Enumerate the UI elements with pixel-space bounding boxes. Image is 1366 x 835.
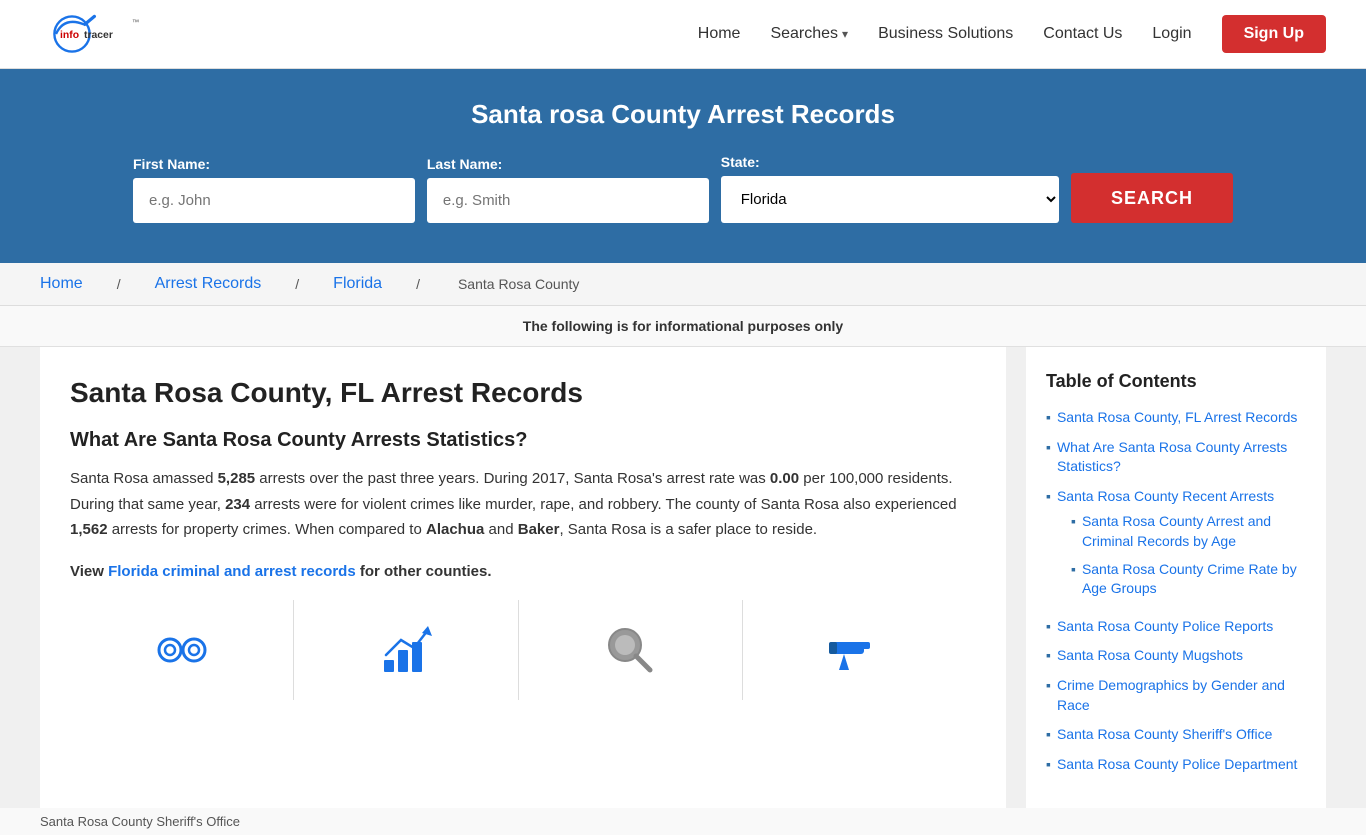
nav-searches[interactable]: Searches ▾: [770, 25, 848, 43]
first-name-field: First Name:: [133, 156, 415, 223]
last-name-input[interactable]: [427, 178, 709, 223]
toc-item-1: Santa Rosa County, FL Arrest Records: [1046, 408, 1306, 428]
toc-link-4[interactable]: Santa Rosa County Police Reports: [1057, 617, 1273, 637]
toc-item-8: Santa Rosa County Police Department: [1046, 755, 1306, 775]
nav-signup[interactable]: Sign Up: [1222, 15, 1326, 53]
toc-item-4: Santa Rosa County Police Reports: [1046, 617, 1306, 637]
breadcrumb-arrest-records[interactable]: Arrest Records: [155, 275, 262, 293]
toc-item-6: Crime Demographics by Gender and Race: [1046, 676, 1306, 715]
main-nav: Home Searches ▾ Business Solutions Conta…: [698, 15, 1326, 53]
breadcrumb-current: Santa Rosa County: [458, 276, 579, 292]
toc-sub-3: Santa Rosa County Arrest and Criminal Re…: [1057, 512, 1306, 598]
view-line: View Florida criminal and arrest records…: [70, 559, 966, 585]
toc-sub-link-3-2[interactable]: Santa Rosa County Crime Rate by Age Grou…: [1082, 560, 1306, 599]
sheriff-note: Santa Rosa County Sheriff's Office: [0, 808, 1366, 835]
toc-list: Santa Rosa County, FL Arrest Records Wha…: [1046, 408, 1306, 774]
stat-rate: 0.00: [770, 470, 799, 487]
chevron-down-icon: ▾: [842, 27, 848, 41]
toc-link-6[interactable]: Crime Demographics by Gender and Race: [1057, 676, 1306, 715]
search-button[interactable]: SEARCH: [1071, 173, 1233, 223]
toc-link-7[interactable]: Santa Rosa County Sheriff's Office: [1057, 725, 1272, 745]
toc-link-2[interactable]: What Are Santa Rosa County Arrests Stati…: [1057, 438, 1306, 477]
icon-magnifier: [519, 600, 743, 700]
svg-text:tracer: tracer: [84, 30, 113, 41]
logo[interactable]: info tracer ™: [40, 10, 200, 58]
city-alachua: Alachua: [426, 521, 484, 538]
state-field: State: Florida Alabama Alaska Arizona Ca…: [721, 154, 1059, 223]
page-title: Santa Rosa County, FL Arrest Records: [70, 377, 966, 409]
sidebar-toc: Table of Contents Santa Rosa County, FL …: [1026, 347, 1326, 808]
breadcrumb-florida[interactable]: Florida: [333, 275, 382, 293]
hero-title: Santa rosa County Arrest Records: [40, 99, 1326, 130]
city-baker: Baker: [518, 521, 560, 538]
breadcrumb-home[interactable]: Home: [40, 275, 83, 293]
stat-arrests: 5,285: [218, 470, 256, 487]
toc-sub-item-3-2: Santa Rosa County Crime Rate by Age Grou…: [1057, 560, 1306, 599]
icon-gun: [743, 600, 966, 700]
icons-row: [70, 600, 966, 700]
toc-link-3[interactable]: Santa Rosa County Recent Arrests: [1057, 488, 1274, 504]
last-name-field: Last Name:: [427, 156, 709, 223]
florida-records-link[interactable]: Florida criminal and arrest records: [108, 563, 356, 580]
nav-home[interactable]: Home: [698, 25, 741, 43]
content-area: Santa Rosa County, FL Arrest Records Wha…: [40, 347, 1006, 808]
first-name-input[interactable]: [133, 178, 415, 223]
toc-item-5: Santa Rosa County Mugshots: [1046, 646, 1306, 666]
breadcrumb: Home / Arrest Records / Florida / Santa …: [0, 263, 1366, 306]
toc-link-1[interactable]: Santa Rosa County, FL Arrest Records: [1057, 408, 1297, 428]
stats-paragraph: Santa Rosa amassed 5,285 arrests over th…: [70, 466, 966, 543]
nav-contact[interactable]: Contact Us: [1043, 25, 1122, 43]
last-name-label: Last Name:: [427, 156, 709, 172]
site-header: info tracer ™ Home Searches ▾ Business S…: [0, 0, 1366, 69]
info-note: The following is for informational purpo…: [0, 306, 1366, 347]
toc-item-7: Santa Rosa County Sheriff's Office: [1046, 725, 1306, 745]
icon-chart: [294, 600, 518, 700]
stat-property: 1,562: [70, 521, 108, 538]
svg-text:info: info: [60, 30, 79, 41]
state-select[interactable]: Florida Alabama Alaska Arizona Californi…: [721, 176, 1059, 223]
nav-business[interactable]: Business Solutions: [878, 25, 1013, 43]
toc-link-8[interactable]: Santa Rosa County Police Department: [1057, 755, 1297, 775]
icon-handcuffs: [70, 600, 294, 700]
toc-sub-link-3-1[interactable]: Santa Rosa County Arrest and Criminal Re…: [1082, 512, 1306, 551]
toc-sub-item-3-1: Santa Rosa County Arrest and Criminal Re…: [1057, 512, 1306, 551]
toc-item-3: Santa Rosa County Recent Arrests Santa R…: [1046, 487, 1306, 607]
nav-login[interactable]: Login: [1152, 25, 1191, 43]
stat-violent: 234: [225, 496, 250, 513]
state-label: State:: [721, 154, 1059, 170]
svg-text:™: ™: [132, 17, 139, 26]
main-content: Santa Rosa County, FL Arrest Records Wha…: [0, 347, 1366, 808]
first-name-label: First Name:: [133, 156, 415, 172]
search-bar: First Name: Last Name: State: Florida Al…: [133, 154, 1233, 223]
hero-section: Santa rosa County Arrest Records First N…: [0, 69, 1366, 263]
stats-heading: What Are Santa Rosa County Arrests Stati…: [70, 429, 966, 452]
toc-title: Table of Contents: [1046, 371, 1306, 392]
toc-link-5[interactable]: Santa Rosa County Mugshots: [1057, 646, 1243, 666]
toc-item-2: What Are Santa Rosa County Arrests Stati…: [1046, 438, 1306, 477]
